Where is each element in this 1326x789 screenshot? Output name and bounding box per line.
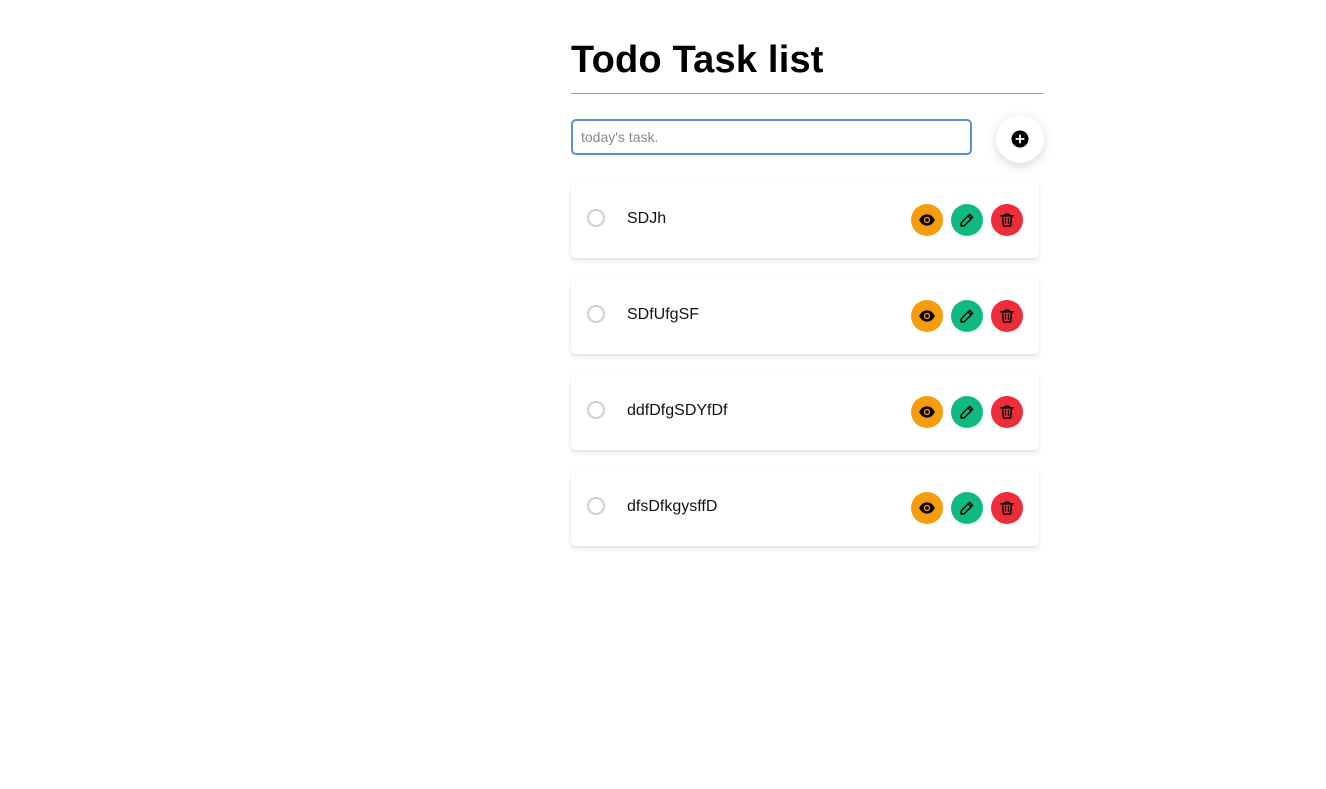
pencil-icon bbox=[960, 213, 974, 227]
pencil-icon bbox=[960, 405, 974, 419]
task-input-row bbox=[571, 94, 1044, 182]
edit-task-button[interactable] bbox=[951, 204, 983, 236]
pencil-icon bbox=[960, 309, 974, 323]
task-item: ddfDfgSDYfDf bbox=[571, 374, 1039, 450]
edit-task-button[interactable] bbox=[951, 300, 983, 332]
eye-icon bbox=[919, 406, 935, 418]
task-complete-checkbox[interactable] bbox=[587, 209, 605, 227]
view-task-button[interactable] bbox=[911, 300, 943, 332]
task-actions bbox=[911, 300, 1023, 332]
task-item: dfsDfkgysffD bbox=[571, 470, 1039, 546]
delete-task-button[interactable] bbox=[991, 396, 1023, 428]
task-input[interactable] bbox=[571, 119, 972, 155]
task-item: SDJh bbox=[571, 182, 1039, 258]
task-complete-checkbox[interactable] bbox=[587, 401, 605, 419]
task-list: SDJh SDfUfgSF ddfDfgSDYfDf dfsDfkgysffD bbox=[571, 182, 1043, 546]
task-text: SDJh bbox=[627, 210, 667, 227]
trash-icon bbox=[1000, 501, 1014, 515]
eye-icon bbox=[919, 310, 935, 322]
plus-circle-icon bbox=[1011, 130, 1029, 148]
pencil-icon bbox=[960, 501, 974, 515]
delete-task-button[interactable] bbox=[991, 300, 1023, 332]
task-actions bbox=[911, 204, 1023, 236]
edit-task-button[interactable] bbox=[951, 492, 983, 524]
eye-icon bbox=[919, 502, 935, 514]
delete-task-button[interactable] bbox=[991, 204, 1023, 236]
trash-icon bbox=[1000, 213, 1014, 227]
trash-icon bbox=[1000, 405, 1014, 419]
view-task-button[interactable] bbox=[911, 396, 943, 428]
delete-task-button[interactable] bbox=[991, 492, 1023, 524]
add-task-button[interactable] bbox=[996, 115, 1044, 163]
task-complete-checkbox[interactable] bbox=[587, 305, 605, 323]
task-text: dfsDfkgysffD bbox=[627, 498, 718, 515]
trash-icon bbox=[1000, 309, 1014, 323]
task-actions bbox=[911, 396, 1023, 428]
eye-icon bbox=[919, 214, 935, 226]
task-complete-checkbox[interactable] bbox=[587, 497, 605, 515]
task-text: SDfUfgSF bbox=[627, 306, 700, 323]
task-actions bbox=[911, 492, 1023, 524]
edit-task-button[interactable] bbox=[951, 396, 983, 428]
view-task-button[interactable] bbox=[911, 204, 943, 236]
page-title: Todo Task list bbox=[571, 39, 824, 81]
view-task-button[interactable] bbox=[911, 492, 943, 524]
task-item: SDfUfgSF bbox=[571, 278, 1039, 354]
todo-app: Todo Task list SDJh bbox=[571, 0, 1044, 566]
task-text: ddfDfgSDYfDf bbox=[627, 402, 728, 419]
